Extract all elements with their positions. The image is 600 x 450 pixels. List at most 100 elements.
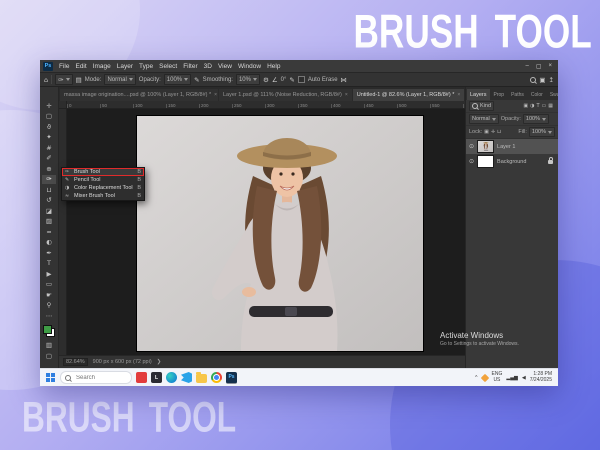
smoothing-options-gear-icon[interactable]: ⚙ [263,76,269,84]
filter-kind-dropdown[interactable]: Kind [469,101,495,111]
flyout-item-mixer-brush-tool[interactable]: ≈ Mixer Brush Tool B [62,192,144,200]
minimize-button[interactable]: – [525,63,528,70]
language-indicator[interactable]: ENG US [492,371,503,384]
layers-opacity-dropdown[interactable]: 100% [522,114,549,124]
move-tool-icon[interactable]: ✛ [42,101,56,111]
history-brush-tool-icon[interactable]: ↺ [42,196,56,206]
brush-angle-icon[interactable]: ∠ [272,76,278,84]
edit-toolbar-icon[interactable]: ⋯ [42,311,56,321]
lasso-tool-icon[interactable]: ϑ [42,122,56,132]
pen-tool-icon[interactable]: ✒ [42,248,56,258]
menu-select[interactable]: Select [156,63,180,70]
brush-settings-panel-icon[interactable]: ▤ [76,76,82,84]
close-tab-icon[interactable]: × [345,92,348,98]
layers-fill-dropdown[interactable]: 100% [528,127,555,137]
symmetry-icon[interactable]: ⋈ [341,76,348,84]
menu-file[interactable]: File [56,63,72,70]
smoothing-dropdown[interactable]: 10% [235,74,260,85]
blur-tool-icon[interactable]: ≈ [42,227,56,237]
menu-help[interactable]: Help [264,63,283,70]
vscode-icon[interactable] [181,372,192,383]
pressure-size-icon[interactable]: ✎ [289,76,294,84]
tab-properties[interactable]: Prop [491,89,508,100]
panel-tab-bar: Layers Prop Paths Color Swat Grad [466,87,558,100]
close-tab-icon[interactable]: × [457,92,460,98]
gradient-tool-icon[interactable]: ▨ [42,217,56,227]
tab-paths[interactable]: Paths [508,89,527,100]
tab-color[interactable]: Color [528,89,546,100]
zoom-level-field[interactable]: 82.64% [63,358,88,366]
foreground-color-swatch[interactable] [43,324,52,334]
taskbar-app-red-icon[interactable] [136,372,147,383]
brush-preset-picker[interactable]: ✑ [55,74,73,85]
visibility-eye-icon[interactable]: ⊙ [469,143,474,150]
quick-mask-icon[interactable]: ▥ [42,341,56,351]
marquee-tool-icon[interactable]: ▢ [42,112,56,122]
spot-healing-tool-icon[interactable]: ⊕ [42,164,56,174]
share-icon[interactable]: ↥ [549,76,554,84]
status-options-caret[interactable]: ❯ [157,359,162,365]
search-icon[interactable] [530,76,537,83]
taskbar-clock[interactable]: 1:28 PM 7/24/2025 [530,371,552,384]
close-button[interactable]: × [548,63,552,70]
layer-row-layer1[interactable]: ⊙ Layer 1 [466,139,558,154]
restore-button[interactable]: ▢ [536,63,542,70]
document-tab-3-active[interactable]: Untitled-1 @ 82.6% (Layer 1, RGB/8#) * × [352,89,465,101]
photoshop-taskbar-icon[interactable]: Ps [226,371,237,384]
eyedropper-tool-icon[interactable]: ✐ [42,154,56,164]
menu-edit[interactable]: Edit [72,63,89,70]
filter-type-icons[interactable]: ▣◑T▭▦ [523,103,555,109]
menu-layer[interactable]: Layer [114,63,136,70]
network-icon[interactable]: ▂▄▆ [506,375,518,381]
chrome-browser-icon[interactable] [211,372,222,383]
flyout-label: Color Replacement Tool [74,185,133,191]
layer-row-background[interactable]: ⊙ Background [466,154,558,169]
workspace-icon[interactable]: ▣ [539,76,545,84]
dodge-tool-icon[interactable]: ◐ [42,238,56,248]
type-tool-icon[interactable]: T [42,259,56,269]
menu-view[interactable]: View [215,63,235,70]
opacity-dropdown[interactable]: 100% [163,74,192,85]
edge-browser-icon[interactable] [166,372,177,383]
search-input[interactable] [74,373,118,382]
start-button[interactable] [46,372,56,383]
zoom-tool-icon[interactable]: ⚲ [42,301,56,311]
shape-tool-icon[interactable]: ▭ [42,280,56,290]
quick-selection-tool-icon[interactable]: ✦ [42,133,56,143]
brush-tool-icon[interactable]: ✑ [42,174,56,184]
path-selection-tool-icon[interactable]: ▶ [42,269,56,279]
layers-blend-mode-dropdown[interactable]: Normal [469,114,499,124]
taskbar-search[interactable] [60,371,132,384]
flyout-item-pencil-tool[interactable]: ✎ Pencil Tool B [62,176,144,184]
file-explorer-icon[interactable] [196,372,207,383]
tab-swatches[interactable]: Swat [547,89,558,100]
menu-3d[interactable]: 3D [201,63,215,70]
tray-shield-icon[interactable] [480,373,489,382]
color-swatches[interactable] [43,324,55,337]
menu-image[interactable]: Image [90,63,114,70]
taskbar-app-l-icon[interactable]: L [151,372,162,383]
screen-mode-icon[interactable]: ▢ [42,351,56,361]
clone-stamp-tool-icon[interactable]: ⊔ [42,185,56,195]
auto-erase-checkbox[interactable] [297,76,305,83]
visibility-eye-icon[interactable]: ⊙ [469,158,474,165]
eraser-tool-icon[interactable]: ◪ [42,206,56,216]
flyout-item-color-replacement-tool[interactable]: ◑ Color Replacement Tool B [62,184,144,192]
canvas[interactable] [67,109,465,355]
home-icon[interactable]: ⌂ [44,76,48,84]
hand-tool-icon[interactable]: ☛ [42,290,56,300]
tray-chevron-icon[interactable]: ^ [475,375,477,381]
pressure-opacity-icon[interactable]: ✎ [194,76,199,84]
flyout-item-brush-tool[interactable]: ✑ Brush Tool B [62,168,144,176]
document-tab-1[interactable]: massa image origination....psd @ 100% (L… [60,89,218,101]
menu-filter[interactable]: Filter [180,63,200,70]
crop-tool-icon[interactable]: # [42,143,56,153]
close-tab-icon[interactable]: × [214,92,217,98]
menu-window[interactable]: Window [235,63,264,70]
volume-icon[interactable]: ◀ [522,375,526,381]
tab-layers[interactable]: Layers [467,89,490,100]
lock-icons[interactable]: ▣✛⊔ [484,129,503,135]
menu-type[interactable]: Type [136,63,156,70]
blend-mode-dropdown[interactable]: Normal [104,74,136,85]
document-tab-2[interactable]: Layer 1.psd @ 111% (Noise Reduction, RGB… [219,89,352,101]
